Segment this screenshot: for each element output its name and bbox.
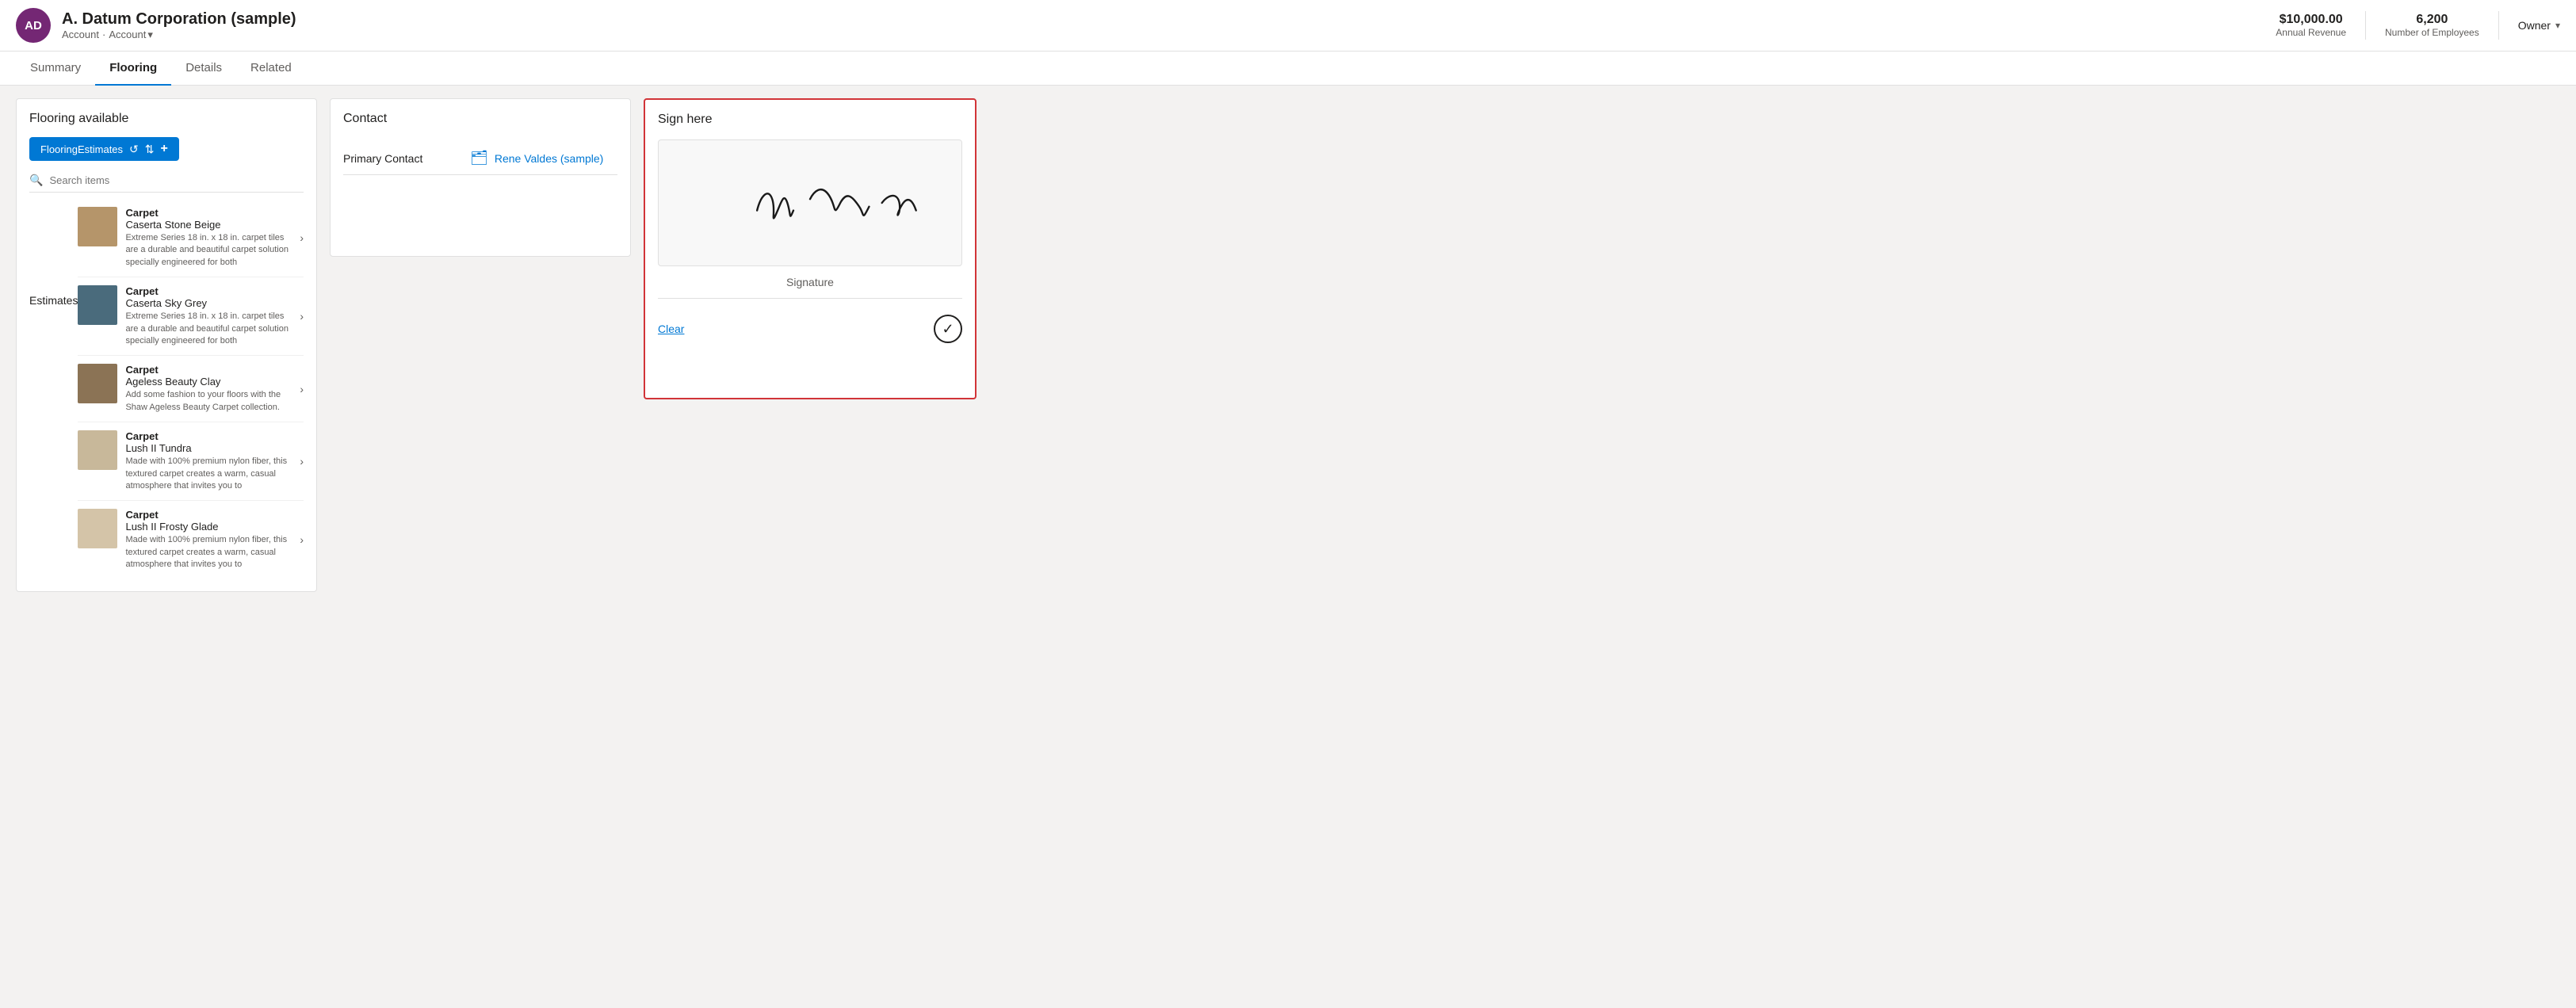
- product-description: Extreme Series 18 in. x 18 in. carpet ti…: [125, 232, 292, 269]
- breadcrumb-separator: ·: [102, 29, 105, 40]
- header-divider-2: [2498, 11, 2499, 40]
- page-title: A. Datum Corporation (sample): [62, 10, 296, 29]
- header-right: $10,000.00 Annual Revenue 6,200 Number o…: [2276, 11, 2560, 40]
- product-arrow-icon: ›: [300, 231, 304, 244]
- search-icon: 🔍: [29, 174, 43, 187]
- primary-contact-value[interactable]: 🗂 Rene Valdes (sample): [470, 150, 603, 166]
- product-description: Made with 100% premium nylon fiber, this…: [125, 456, 292, 492]
- estimates-side: Estimates: [29, 199, 78, 307]
- signature-label: Signature: [658, 276, 962, 288]
- checkmark-icon: ✓: [942, 321, 954, 338]
- product-info: CarpetCaserta Stone BeigeExtreme Series …: [125, 207, 292, 269]
- product-name: Caserta Stone Beige: [125, 219, 292, 231]
- breadcrumb-subtype[interactable]: Account ▾: [109, 29, 153, 41]
- add-icon: +: [161, 142, 168, 156]
- tab-related[interactable]: Related: [236, 52, 306, 86]
- header-divider-1: [2365, 11, 2366, 40]
- product-arrow-icon: ›: [300, 383, 304, 395]
- nav-tabs: Summary Flooring Details Related: [0, 52, 2576, 86]
- annual-revenue-value: $10,000.00: [2276, 13, 2346, 27]
- sort-icon: ⇅: [145, 143, 155, 156]
- breadcrumb: Account · Account ▾: [62, 29, 296, 41]
- confirm-button[interactable]: ✓: [934, 315, 962, 343]
- product-name: Lush II Frosty Glade: [125, 521, 292, 533]
- product-info: CarpetAgeless Beauty ClayAdd some fashio…: [125, 364, 292, 414]
- signature-area[interactable]: [658, 139, 962, 266]
- list-item[interactable]: CarpetCaserta Stone BeigeExtreme Series …: [78, 199, 304, 277]
- sign-panel: Sign here Signature Clear ✓: [644, 98, 977, 399]
- tab-details[interactable]: Details: [171, 52, 236, 86]
- contact-panel: Contact Primary Contact 🗂 Rene Valdes (s…: [330, 98, 631, 257]
- list-item[interactable]: CarpetLush II Frosty GladeMade with 100%…: [78, 501, 304, 578]
- main-content: Flooring available FlooringEstimates ↺ ⇅…: [0, 86, 2576, 998]
- search-input[interactable]: [49, 174, 304, 186]
- employees-stat: 6,200 Number of Employees: [2385, 13, 2479, 38]
- product-thumbnail: [78, 285, 117, 325]
- product-description: Add some fashion to your floors with the…: [125, 389, 292, 414]
- contact-icon: 🗂: [470, 150, 488, 166]
- signature-svg: [659, 140, 961, 265]
- product-category: Carpet: [125, 285, 292, 297]
- product-category: Carpet: [125, 364, 292, 376]
- header: AD A. Datum Corporation (sample) Account…: [0, 0, 2576, 52]
- sign-actions: Clear ✓: [658, 308, 962, 349]
- product-arrow-icon: ›: [300, 310, 304, 323]
- product-thumbnail: [78, 364, 117, 403]
- clear-button[interactable]: Clear: [658, 323, 684, 335]
- product-arrow-icon: ›: [300, 455, 304, 468]
- breadcrumb-type[interactable]: Account: [62, 29, 99, 40]
- refresh-icon: ↺: [129, 143, 139, 156]
- tab-flooring[interactable]: Flooring: [95, 52, 171, 86]
- annual-revenue-label: Annual Revenue: [2276, 27, 2346, 38]
- employees-label: Number of Employees: [2385, 27, 2479, 38]
- flooring-estimates-label: FlooringEstimates: [40, 143, 123, 155]
- product-info: CarpetLush II Frosty GladeMade with 100%…: [125, 509, 292, 571]
- annual-revenue-stat: $10,000.00 Annual Revenue: [2276, 13, 2346, 38]
- flooring-panel-title: Flooring available: [29, 112, 304, 126]
- product-category: Carpet: [125, 430, 292, 442]
- product-list: CarpetCaserta Stone BeigeExtreme Series …: [78, 199, 304, 578]
- contact-row: Primary Contact 🗂 Rene Valdes (sample): [343, 142, 617, 175]
- product-thumbnail: [78, 207, 117, 246]
- product-thumbnail: [78, 509, 117, 548]
- header-left: AD A. Datum Corporation (sample) Account…: [16, 8, 296, 43]
- employees-value: 6,200: [2385, 13, 2479, 27]
- flooring-panel: Flooring available FlooringEstimates ↺ ⇅…: [16, 98, 317, 592]
- product-info: CarpetCaserta Sky Grey Extreme Series 18 …: [125, 285, 292, 347]
- estimates-label: Estimates: [29, 294, 78, 307]
- search-container: 🔍: [29, 169, 304, 193]
- list-item[interactable]: CarpetLush II Tundra Made with 100% premi…: [78, 422, 304, 501]
- owner-label: Owner: [2518, 19, 2551, 32]
- contact-panel-title: Contact: [343, 112, 617, 126]
- tab-summary[interactable]: Summary: [16, 52, 95, 86]
- product-category: Carpet: [125, 509, 292, 521]
- product-name: Caserta Sky Grey: [125, 297, 292, 309]
- owner-section[interactable]: Owner ▾: [2518, 19, 2560, 32]
- product-description: Made with 100% premium nylon fiber, this…: [125, 534, 292, 571]
- product-category: Carpet: [125, 207, 292, 219]
- primary-contact-label: Primary Contact: [343, 152, 454, 165]
- product-description: Extreme Series 18 in. x 18 in. carpet ti…: [125, 311, 292, 347]
- flooring-estimates-tab[interactable]: FlooringEstimates ↺ ⇅ +: [29, 137, 179, 161]
- product-arrow-icon: ›: [300, 533, 304, 546]
- sign-divider: [658, 298, 962, 299]
- account-chevron-icon: ▾: [147, 29, 153, 41]
- product-info: CarpetLush II Tundra Made with 100% premi…: [125, 430, 292, 492]
- sign-panel-title: Sign here: [658, 113, 962, 127]
- product-name: Ageless Beauty Clay: [125, 376, 292, 388]
- list-item[interactable]: CarpetCaserta Sky Grey Extreme Series 18 …: [78, 277, 304, 356]
- primary-contact-name[interactable]: Rene Valdes (sample): [495, 152, 603, 165]
- owner-chevron-icon: ▾: [2555, 20, 2560, 31]
- avatar: AD: [16, 8, 51, 43]
- product-thumbnail: [78, 430, 117, 470]
- header-title-group: A. Datum Corporation (sample) Account · …: [62, 10, 296, 41]
- list-item[interactable]: CarpetAgeless Beauty ClayAdd some fashio…: [78, 356, 304, 422]
- product-name: Lush II Tundra: [125, 442, 292, 454]
